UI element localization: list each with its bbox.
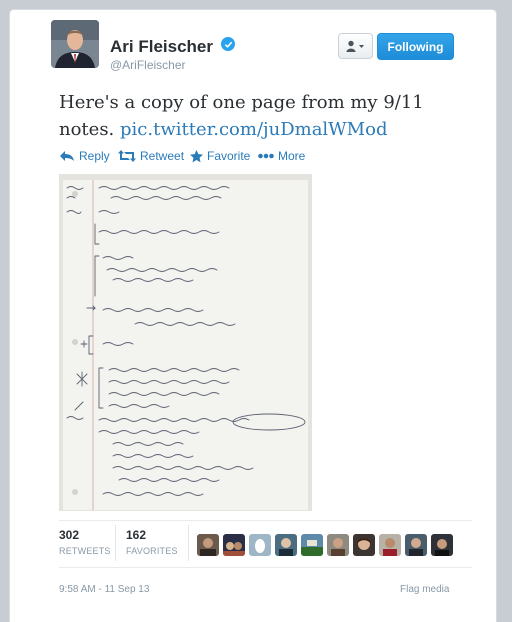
reply-label: Reply — [79, 149, 110, 163]
favoriter-avatar[interactable] — [301, 534, 323, 556]
user-actions-button[interactable] — [338, 33, 373, 59]
retweet-button[interactable]: Retweet — [118, 149, 184, 163]
retweet-label: Retweet — [140, 149, 185, 163]
more-label: More — [278, 149, 306, 163]
tweet-stats: 302 RETWEETS 162 FAVORITES — [59, 520, 459, 566]
author-name[interactable]: Ari Fleischer — [110, 37, 213, 57]
user-menu-icon — [346, 40, 364, 52]
author-handle[interactable]: @AriFleischer — [110, 58, 186, 72]
reply-button[interactable]: Reply — [59, 149, 110, 163]
retweets-count: 302 — [59, 528, 80, 542]
favoriter-avatar[interactable] — [197, 534, 219, 556]
favoriter-avatar[interactable] — [223, 534, 245, 556]
more-dots-icon — [258, 153, 274, 159]
favorites-label: FAVORITES — [126, 546, 178, 556]
stat-divider — [115, 525, 116, 561]
favoriter-avatar[interactable] — [327, 534, 349, 556]
favorites-stat[interactable]: 162 FAVORITES — [126, 528, 178, 556]
verified-badge-icon — [221, 37, 235, 51]
more-button[interactable]: More — [258, 149, 305, 163]
handwritten-notes-image — [59, 174, 312, 511]
tweet-text: Here's a copy of one page from my 9/11 n… — [59, 89, 479, 143]
tweet-photo[interactable] — [59, 174, 312, 511]
tweet-media-link[interactable]: pic.twitter.com/juDmalWMod — [120, 119, 387, 140]
retweets-stat[interactable]: 302 RETWEETS — [59, 528, 111, 556]
retweet-icon — [118, 150, 136, 162]
favoriter-avatar[interactable] — [379, 534, 401, 556]
author-avatar[interactable] — [51, 20, 99, 68]
favoriter-avatar[interactable] — [431, 534, 453, 556]
favoriter-avatar[interactable] — [405, 534, 427, 556]
following-button[interactable]: Following — [377, 33, 454, 60]
stats-bottom-divider — [59, 567, 472, 568]
favorite-label: Favorite — [207, 149, 251, 163]
stat-divider — [188, 525, 189, 561]
favorite-button[interactable]: Favorite — [190, 149, 250, 163]
retweets-label: RETWEETS — [59, 546, 111, 556]
favoriter-avatar[interactable] — [275, 534, 297, 556]
tweet-timestamp: 9:58 AM - 11 Sep 13 — [59, 584, 150, 595]
favoriter-avatar[interactable] — [353, 534, 375, 556]
favorite-star-icon — [190, 149, 203, 162]
favoriter-avatar[interactable] — [249, 534, 271, 556]
favorites-count: 162 — [126, 528, 147, 542]
flag-media-link[interactable]: Flag media — [400, 584, 449, 595]
reply-icon — [60, 151, 74, 161]
